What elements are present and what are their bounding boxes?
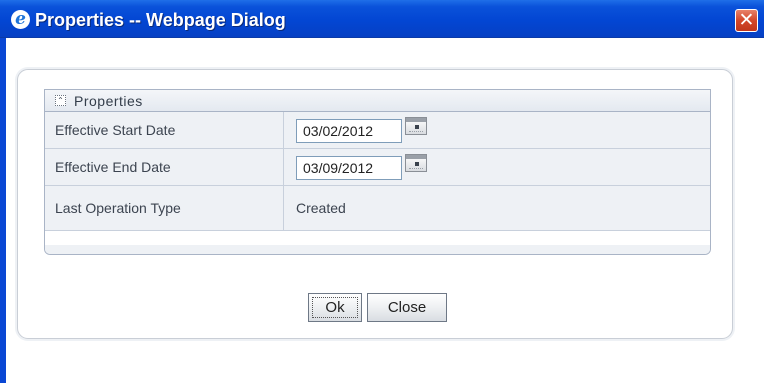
calendar-icon[interactable] — [405, 154, 427, 172]
close-button[interactable]: Close — [367, 293, 447, 322]
ie-browser-icon: e — [11, 10, 30, 29]
dialog-title: Properties -- Webpage Dialog — [35, 10, 286, 30]
calendar-icon[interactable] — [405, 117, 427, 135]
ok-button[interactable]: Ok — [308, 293, 362, 322]
close-button-label: Close — [387, 299, 427, 316]
properties-section: ⌃ Properties Effective Start Date Effect… — [44, 89, 711, 255]
section-header[interactable]: ⌃ Properties — [45, 90, 710, 112]
row-effective-end-date: Effective End Date — [45, 149, 710, 186]
row-last-operation-type: Last Operation Type Created — [45, 186, 710, 231]
row-label: Effective End Date — [45, 149, 284, 185]
row-label: Effective Start Date — [45, 112, 284, 148]
last-operation-value: Created — [296, 200, 346, 216]
collapse-icon[interactable]: ⌃ — [55, 95, 66, 106]
row-effective-start-date: Effective Start Date — [45, 112, 710, 149]
section-title: Properties — [74, 93, 143, 109]
end-date-input[interactable] — [296, 156, 402, 180]
ok-button-label: Ok — [325, 299, 345, 316]
window-close-button[interactable]: ✕ — [735, 9, 758, 32]
section-footer — [45, 245, 710, 254]
dialog-titlebar[interactable]: e Properties -- Webpage Dialog ✕ — [0, 0, 764, 38]
row-label: Last Operation Type — [45, 186, 284, 230]
start-date-input[interactable] — [296, 119, 402, 143]
